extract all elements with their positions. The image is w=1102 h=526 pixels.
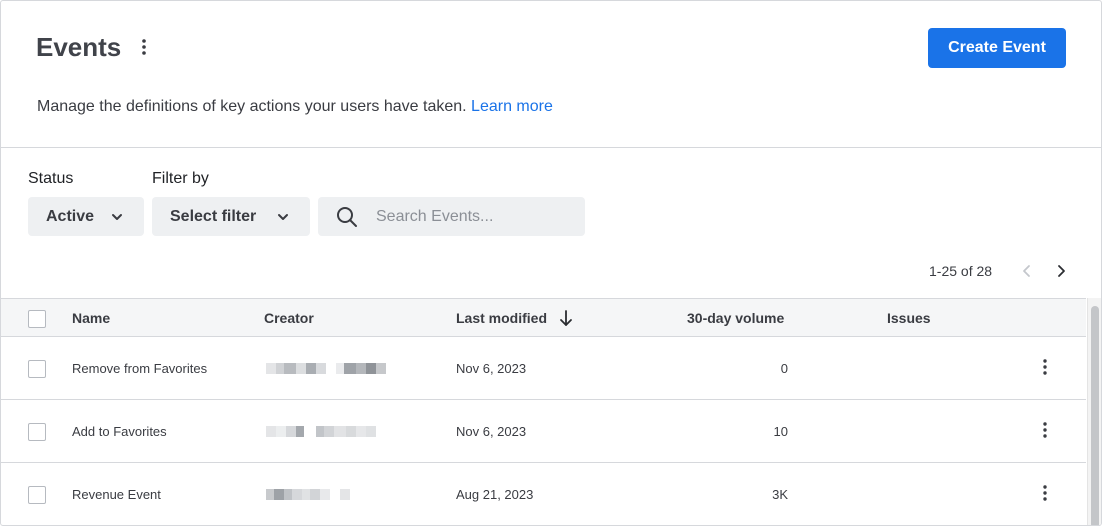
create-event-button[interactable]: Create Event xyxy=(928,28,1066,68)
table-row[interactable]: Revenue Event Aug 21, 2023 3K xyxy=(1,463,1086,525)
search-icon xyxy=(337,207,357,227)
status-dropdown[interactable]: Active xyxy=(28,197,144,236)
more-options-icon[interactable] xyxy=(134,37,154,57)
last-modified-date: Nov 6, 2023 xyxy=(456,424,527,439)
events-page: Events Create Event Manage the definitio… xyxy=(0,0,1102,526)
page-description: Manage the definitions of key actions yo… xyxy=(37,98,553,116)
select-all-checkbox[interactable] xyxy=(28,310,46,328)
description-text: Manage the definitions of key actions yo… xyxy=(37,98,467,115)
chevron-left-icon[interactable] xyxy=(1019,263,1035,279)
column-header-issues[interactable]: Issues xyxy=(887,310,931,326)
sort-descending-icon[interactable] xyxy=(559,309,573,327)
event-name[interactable]: Revenue Event xyxy=(72,487,161,502)
scrollbar-thumb[interactable] xyxy=(1091,306,1099,525)
volume-value: 3K xyxy=(772,487,788,502)
volume-value: 10 xyxy=(773,424,788,439)
table-row[interactable]: Add to Favorites Nov 6, 2023 10 xyxy=(1,400,1086,463)
volume-value: 0 xyxy=(780,361,788,376)
row-actions-icon[interactable] xyxy=(1035,357,1055,377)
event-name[interactable]: Remove from Favorites xyxy=(72,361,207,376)
filter-by-label: Filter by xyxy=(152,170,209,187)
creator-avatar-redacted xyxy=(266,363,386,374)
page-title: Events xyxy=(36,32,122,62)
table-row[interactable]: Remove from Favorites Nov 6, 2023 0 xyxy=(1,337,1086,400)
row-actions-icon[interactable] xyxy=(1035,483,1055,503)
pagination-range: 1-25 of 28 xyxy=(929,263,993,279)
event-name[interactable]: Add to Favorites xyxy=(72,424,167,439)
creator-avatar-redacted xyxy=(266,426,376,437)
chevron-down-icon xyxy=(112,214,122,220)
chevron-down-icon xyxy=(278,214,288,220)
status-label: Status xyxy=(28,170,74,187)
chevron-right-icon[interactable] xyxy=(1053,263,1069,279)
last-modified-date: Nov 6, 2023 xyxy=(456,361,527,376)
table-scrollbar[interactable] xyxy=(1087,298,1101,525)
last-modified-date: Aug 21, 2023 xyxy=(456,487,534,502)
status-dropdown-value: Active xyxy=(46,207,95,225)
learn-more-link[interactable]: Learn more xyxy=(471,98,553,115)
page-header: Events Create Event Manage the definitio… xyxy=(1,1,1101,148)
row-checkbox[interactable] xyxy=(28,423,46,441)
filter-by-dropdown[interactable]: Select filter xyxy=(152,197,310,236)
search-input[interactable] xyxy=(376,197,576,236)
row-checkbox[interactable] xyxy=(28,360,46,378)
row-checkbox[interactable] xyxy=(28,486,46,504)
table-header: Name Creator Last modified 30-day volume… xyxy=(1,298,1086,337)
column-header-last-modified[interactable]: Last modified xyxy=(456,310,547,326)
filter-dropdown-value: Select filter xyxy=(170,207,257,225)
row-actions-icon[interactable] xyxy=(1035,420,1055,440)
column-header-volume[interactable]: 30-day volume xyxy=(687,310,784,326)
search-box xyxy=(318,197,585,236)
column-header-creator[interactable]: Creator xyxy=(264,310,314,326)
creator-avatar-redacted xyxy=(266,489,350,500)
column-header-name[interactable]: Name xyxy=(72,310,110,326)
